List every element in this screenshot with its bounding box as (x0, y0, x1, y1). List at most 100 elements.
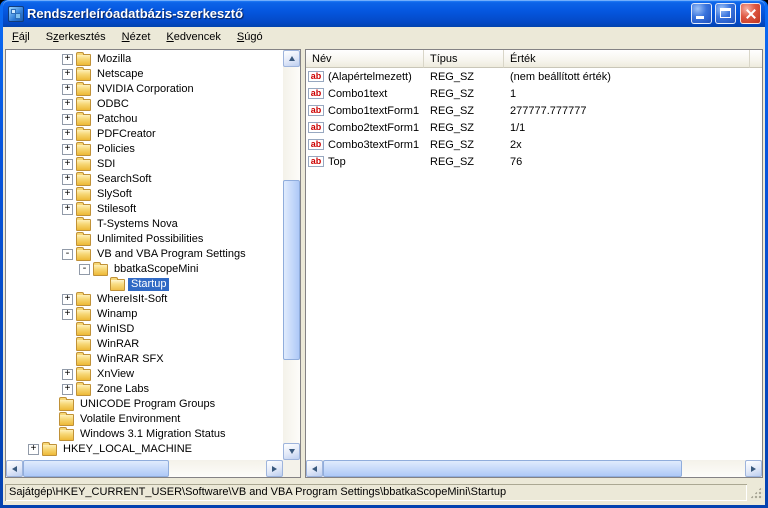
tree-horizontal-scrollbar[interactable] (6, 460, 283, 477)
tree-item-label[interactable]: Netscape (94, 68, 146, 81)
tree-item-label[interactable]: WhereIsIt-Soft (94, 293, 170, 306)
tree-item-windows-3-1-migration-status[interactable]: Windows 3.1 Migration Status (6, 427, 283, 442)
registry-value-row[interactable]: ab Top REG_SZ 76 (306, 153, 762, 170)
minimize-button[interactable] (691, 3, 712, 24)
tree-item-bbatkascopemini[interactable]: - bbatkaScopeMini (6, 262, 283, 277)
expand-plus-icon[interactable]: + (62, 204, 73, 215)
tree-item-label[interactable]: Startup (128, 278, 170, 291)
maximize-button[interactable] (715, 3, 736, 24)
tree-item-label[interactable]: WinISD (94, 323, 137, 336)
tree-item-label[interactable]: SlySoft (94, 188, 135, 201)
tree-item-zone-labs[interactable]: + Zone Labs (6, 382, 283, 397)
tree-item-label[interactable]: Windows 3.1 Migration Status (77, 428, 229, 441)
expand-plus-icon[interactable]: + (62, 84, 73, 95)
tree-item-label[interactable]: bbatkaScopeMini (111, 263, 201, 276)
expand-plus-icon[interactable]: + (62, 159, 73, 170)
menu-f-jl[interactable]: Fájl (4, 29, 38, 46)
tree-item-label[interactable]: Volatile Environment (77, 413, 183, 426)
collapse-minus-icon[interactable]: - (62, 249, 73, 260)
tree-item-label[interactable]: Winamp (94, 308, 140, 321)
scroll-left-button[interactable] (6, 460, 23, 477)
tree-item-startup[interactable]: Startup (6, 277, 283, 292)
tree-item-label[interactable]: Zone Labs (94, 383, 152, 396)
list-hscroll-track[interactable] (323, 460, 745, 477)
tree-hscroll-thumb[interactable] (23, 460, 169, 477)
collapse-minus-icon[interactable]: - (79, 264, 90, 275)
menu-n-zet[interactable]: Nézet (114, 29, 159, 46)
tree-item-winamp[interactable]: + Winamp (6, 307, 283, 322)
tree-item-label[interactable]: VB and VBA Program Settings (94, 248, 249, 261)
tree-item-whereisit-soft[interactable]: + WhereIsIt-Soft (6, 292, 283, 307)
expand-plus-icon[interactable]: + (62, 69, 73, 80)
menu-szerkeszt-s[interactable]: Szerkesztés (38, 29, 114, 46)
registry-value-row[interactable]: ab Combo3textForm1 REG_SZ 2x (306, 136, 762, 153)
tree-item-label[interactable]: XnView (94, 368, 137, 381)
tree-item-policies[interactable]: + Policies (6, 142, 283, 157)
tree-item-netscape[interactable]: + Netscape (6, 67, 283, 82)
tree-item-label[interactable]: Mozilla (94, 53, 134, 66)
tree-item-xnview[interactable]: + XnView (6, 367, 283, 382)
tree-item-label[interactable]: Patchou (94, 113, 140, 126)
expand-plus-icon[interactable]: + (62, 144, 73, 155)
tree-vertical-scrollbar[interactable] (283, 50, 300, 460)
expand-plus-icon[interactable]: + (62, 309, 73, 320)
tree-item-searchsoft[interactable]: + SearchSoft (6, 172, 283, 187)
tree-item-label[interactable]: SDI (94, 158, 118, 171)
tree-item-winrar-sfx[interactable]: WinRAR SFX (6, 352, 283, 367)
close-button[interactable] (740, 3, 761, 24)
expand-plus-icon[interactable]: + (28, 444, 39, 455)
tree-view[interactable]: + Mozilla + Netscape + NVIDIA Corporation + ODB… (6, 50, 283, 460)
tree-item-vb-and-vba-program-settings[interactable]: - VB and VBA Program Settings (6, 247, 283, 262)
menu-s-g[interactable]: Súgó (229, 29, 271, 46)
tree-item-unlimited-possibilities[interactable]: Unlimited Possibilities (6, 232, 283, 247)
registry-value-row[interactable]: ab Combo1textForm1 REG_SZ 277777.777777 (306, 102, 762, 119)
tree-item-unicode-program-groups[interactable]: UNICODE Program Groups (6, 397, 283, 412)
tree-item-nvidia-corporation[interactable]: + NVIDIA Corporation (6, 82, 283, 97)
expand-plus-icon[interactable]: + (62, 294, 73, 305)
column-header-n-v[interactable]: Név (306, 50, 424, 68)
tree-item-label[interactable]: NVIDIA Corporation (94, 83, 197, 96)
expand-plus-icon[interactable]: + (62, 384, 73, 395)
tree-item-label[interactable]: Policies (94, 143, 138, 156)
tree-item-slysoft[interactable]: + SlySoft (6, 187, 283, 202)
tree-item-winisd[interactable]: WinISD (6, 322, 283, 337)
tree-item-patchou[interactable]: + Patchou (6, 112, 283, 127)
list-body[interactable]: ab (Alapértelmezett) REG_SZ (nem beállított… (306, 68, 762, 170)
tree-item-label[interactable]: HKEY_LOCAL_MACHINE (60, 443, 195, 456)
tree-item-label[interactable]: SearchSoft (94, 173, 154, 186)
scroll-up-button[interactable] (283, 50, 300, 67)
expand-plus-icon[interactable]: + (62, 174, 73, 185)
expand-plus-icon[interactable]: + (62, 114, 73, 125)
tree-item-label[interactable]: WinRAR SFX (94, 353, 167, 366)
tree-item-stilesoft[interactable]: + Stilesoft (6, 202, 283, 217)
scroll-right-button[interactable] (745, 460, 762, 477)
tree-item-volatile-environment[interactable]: Volatile Environment (6, 412, 283, 427)
title-bar[interactable]: Rendszerleíróadatbázis-szerkesztő (3, 0, 765, 27)
list-horizontal-scrollbar[interactable] (306, 460, 762, 477)
tree-hscroll-track[interactable] (23, 460, 266, 477)
registry-value-row[interactable]: ab Combo1text REG_SZ 1 (306, 85, 762, 102)
registry-value-row[interactable]: ab Combo2textForm1 REG_SZ 1/1 (306, 119, 762, 136)
tree-item-hkey-local-machine[interactable]: + HKEY_LOCAL_MACHINE (6, 442, 283, 457)
registry-value-row[interactable]: ab (Alapértelmezett) REG_SZ (nem beállított… (306, 68, 762, 85)
tree-item-label[interactable]: Unlimited Possibilities (94, 233, 206, 246)
tree-item-label[interactable]: UNICODE Program Groups (77, 398, 218, 411)
scroll-left-button[interactable] (306, 460, 323, 477)
tree-item-sdi[interactable]: + SDI (6, 157, 283, 172)
list-hscroll-thumb[interactable] (323, 460, 682, 477)
expand-plus-icon[interactable]: + (62, 189, 73, 200)
tree-item-odbc[interactable]: + ODBC (6, 97, 283, 112)
expand-plus-icon[interactable]: + (62, 369, 73, 380)
tree-item-label[interactable]: WinRAR (94, 338, 142, 351)
scroll-down-button[interactable] (283, 443, 300, 460)
tree-item-t-systems-nova[interactable]: T-Systems Nova (6, 217, 283, 232)
expand-plus-icon[interactable]: + (62, 54, 73, 65)
column-header-rt-k[interactable]: Érték (504, 50, 750, 68)
tree-item-winrar[interactable]: WinRAR (6, 337, 283, 352)
tree-item-mozilla[interactable]: + Mozilla (6, 52, 283, 67)
tree-item-pdfcreator[interactable]: + PDFCreator (6, 127, 283, 142)
tree-vscroll-track[interactable] (283, 67, 300, 443)
column-header-t-pus[interactable]: Típus (424, 50, 504, 68)
tree-item-label[interactable]: T-Systems Nova (94, 218, 181, 231)
expand-plus-icon[interactable]: + (62, 129, 73, 140)
